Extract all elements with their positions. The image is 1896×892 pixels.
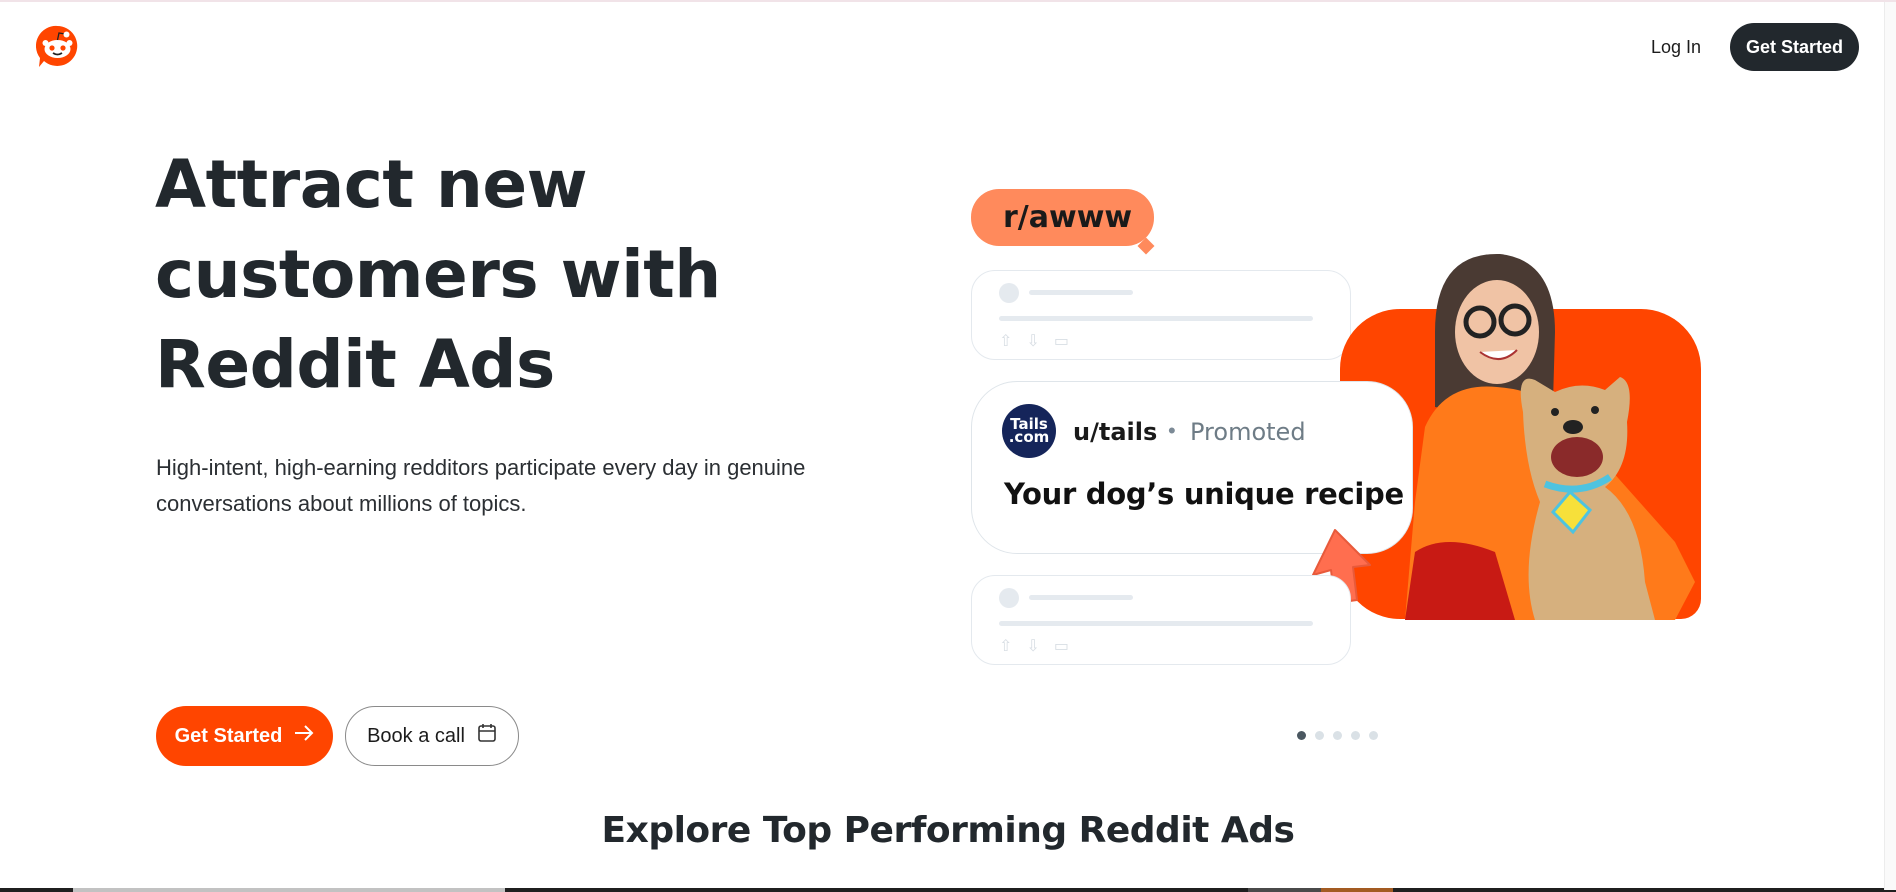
header-get-started-button[interactable]: Get Started xyxy=(1730,23,1859,71)
next-section-preview xyxy=(0,888,1896,892)
placeholder-line xyxy=(999,621,1313,626)
calendar-icon xyxy=(477,723,497,749)
hero-subtitle: High-intent, high-earning redditors part… xyxy=(156,455,806,516)
scrollbar[interactable] xyxy=(1884,2,1896,890)
hero-title-line-2: customers with xyxy=(155,236,721,313)
hero-title: Attract new customers with Reddit Ads xyxy=(155,140,835,410)
comment-icon: ▭ xyxy=(1053,638,1069,655)
placeholder-avatar xyxy=(999,283,1019,303)
placeholder-post-card: ⇧ ⇩ ▭ xyxy=(971,575,1351,665)
hero-title-line-3: Reddit Ads xyxy=(155,326,555,403)
carousel-dot[interactable] xyxy=(1369,731,1378,740)
carousel-dot[interactable] xyxy=(1333,731,1342,740)
carousel-dot[interactable] xyxy=(1297,731,1306,740)
placeholder-line xyxy=(1029,595,1133,600)
carousel-dot[interactable] xyxy=(1351,731,1360,740)
get-started-label: Get Started xyxy=(174,724,283,747)
book-a-call-label: Book a call xyxy=(367,724,465,747)
arrow-right-icon xyxy=(294,724,314,748)
login-button[interactable]: Log In xyxy=(1636,24,1716,70)
section-title: Explore Top Performing Reddit Ads xyxy=(601,810,1295,851)
top-border xyxy=(0,0,1896,2)
downvote-icon: ⇩ xyxy=(1026,638,1040,655)
placeholder-line xyxy=(999,316,1313,321)
ad-username: u/tails xyxy=(1073,418,1158,446)
subreddit-bubble: r/awww xyxy=(971,189,1154,246)
comment-icon: ▭ xyxy=(1053,333,1069,350)
hero-title-line-1: Attract new xyxy=(155,146,588,223)
book-a-call-button[interactable]: Book a call xyxy=(345,706,519,766)
ad-headline: Your dog’s unique recipe xyxy=(1004,477,1404,511)
placeholder-post-card: ⇧ ⇩ ▭ xyxy=(971,270,1351,360)
placeholder-line xyxy=(1029,290,1133,295)
placeholder-avatar xyxy=(999,588,1019,608)
reddit-logo-icon[interactable] xyxy=(35,25,79,68)
get-started-button[interactable]: Get Started xyxy=(156,706,333,766)
tails-avatar: Tails .com xyxy=(1002,404,1056,458)
carousel-dots xyxy=(1297,731,1378,740)
avatar-text: .com xyxy=(1008,428,1050,446)
promoted-tag: Promoted xyxy=(1190,418,1306,446)
upvote-icon: ⇧ xyxy=(999,333,1013,350)
downvote-icon: ⇩ xyxy=(1026,333,1040,350)
separator-dot: • xyxy=(1168,418,1176,443)
upvote-icon: ⇧ xyxy=(999,638,1013,655)
carousel-dot[interactable] xyxy=(1315,731,1324,740)
woman-with-dog-photo xyxy=(1405,252,1705,620)
